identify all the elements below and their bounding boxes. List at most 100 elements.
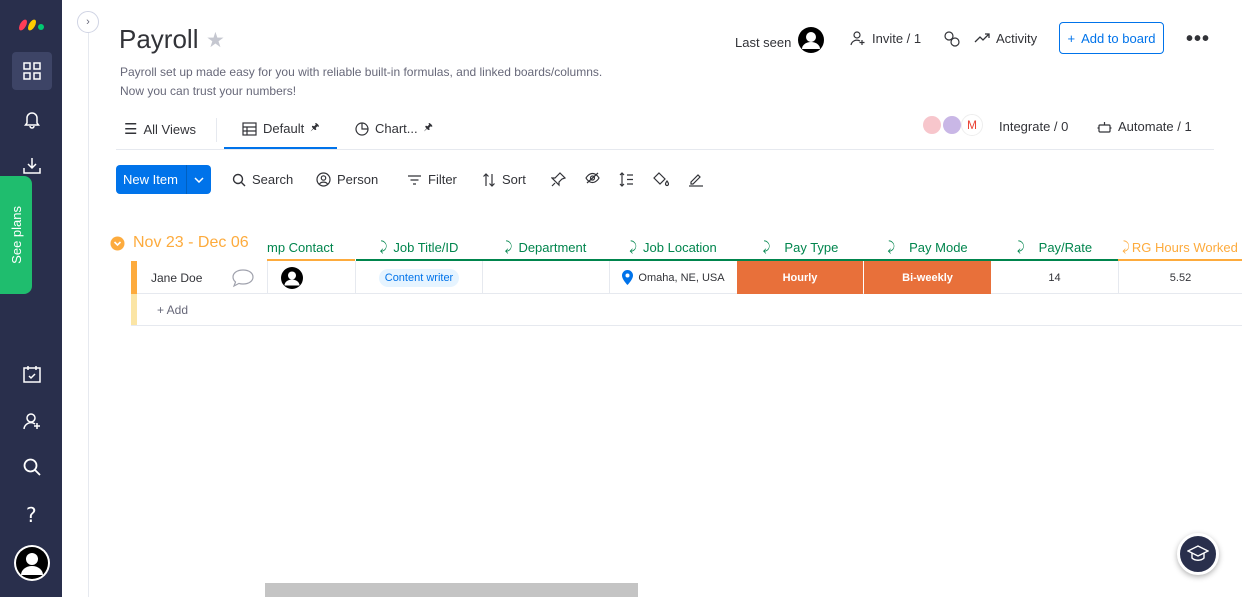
column-header-rg-hours[interactable]: ⤸ RG Hours Worked	[1118, 234, 1242, 260]
column-header-pay-rate[interactable]: ⤸ Pay/Rate	[991, 234, 1118, 260]
pin-icon: 🖈	[310, 122, 320, 133]
column-label: Pay Mode	[909, 239, 968, 255]
invite-label: Invite / 1	[872, 30, 922, 46]
integration-app-icon	[941, 114, 963, 136]
formula-arrow-icon: ⤸	[629, 239, 638, 254]
tab-chart[interactable]: Chart... 🖈	[355, 120, 433, 137]
activity-label: Activity	[996, 30, 1038, 46]
sort-button[interactable]: Sort	[482, 172, 526, 187]
user-avatar-icon[interactable]	[12, 543, 52, 583]
hide-columns-eye-icon[interactable]	[585, 172, 600, 184]
person-label: Person	[337, 172, 379, 187]
integration-link-icon[interactable]	[943, 30, 961, 48]
activity-trend-icon	[974, 33, 990, 43]
horizontal-scrollbar[interactable]	[265, 583, 638, 597]
person-plus-icon	[850, 31, 865, 46]
person-filter-button[interactable]: Person	[316, 172, 378, 187]
column-header-pay-mode[interactable]: ⤸ Pay Mode	[864, 234, 991, 260]
last-seen-label: Last seen	[735, 34, 792, 50]
chevron-right-icon: ›	[86, 16, 90, 28]
formula-arrow-icon: ⤸	[1016, 239, 1025, 254]
add-item-label[interactable]: + Add	[157, 303, 188, 317]
integration-app-icon	[921, 114, 943, 136]
activity-button[interactable]: Activity	[974, 30, 1037, 46]
pencil-edit-icon[interactable]	[688, 172, 704, 187]
pie-chart-icon	[355, 121, 369, 136]
invite-members-icon[interactable]	[16, 405, 48, 437]
column-label: RG Hours Worked	[1131, 239, 1238, 255]
add-to-board-button[interactable]: + Add to board	[1059, 22, 1164, 54]
more-options-icon[interactable]: •••	[1186, 28, 1210, 51]
invite-button[interactable]: Invite / 1	[850, 30, 921, 46]
column-header-job-location[interactable]: ⤸ Job Location	[609, 234, 737, 260]
department-cell[interactable]	[483, 261, 609, 294]
collapse-workspace-button[interactable]: ›	[77, 11, 99, 33]
tab-default[interactable]: Default 🖈	[242, 120, 319, 137]
person-circle-icon	[316, 172, 331, 187]
pay-type-status[interactable]: Hourly	[737, 261, 863, 294]
pin-icon: 🖈	[423, 122, 433, 133]
column-header-job-title[interactable]: ⤸ Job Title/ID	[356, 234, 482, 260]
column-label: Pay/Rate	[1038, 239, 1093, 255]
row-height-icon[interactable]	[619, 172, 634, 187]
color-fill-bucket-icon[interactable]	[653, 172, 669, 187]
group-header[interactable]: Nov 23 - Dec 06	[110, 234, 249, 252]
tab-chart-label: Chart...	[375, 121, 418, 136]
pay-mode-status[interactable]: Bi-weekly	[864, 261, 991, 294]
help-question-icon[interactable]: ?	[16, 499, 48, 531]
column-header-contact[interactable]: mp Contact	[267, 234, 355, 260]
description-line-2: Now you can trust your numbers!	[120, 84, 297, 98]
item-updates-chat-icon[interactable]	[230, 261, 256, 294]
add-item-row[interactable]	[131, 294, 1242, 326]
search-icon[interactable]	[16, 451, 48, 483]
svg-text:?: ?	[26, 504, 37, 526]
monday-logo-icon[interactable]	[16, 6, 48, 38]
automate-button[interactable]: Automate / 1	[1097, 119, 1192, 134]
workspace-grid-icon[interactable]	[12, 52, 52, 90]
my-work-calendar-icon[interactable]	[16, 358, 48, 390]
job-title-cell[interactable]: Content writer	[356, 261, 482, 294]
learning-center-graduation-cap-icon[interactable]	[1177, 533, 1219, 575]
tab-separator	[216, 118, 217, 142]
sort-label: Sort	[502, 172, 526, 187]
tab-all-views[interactable]: ☰ All Views	[124, 120, 196, 138]
group-color-bar	[131, 261, 137, 294]
see-plans-label: See plans	[8, 206, 24, 264]
group-collapse-chevron-icon[interactable]	[110, 236, 125, 251]
last-seen[interactable]: Last seen	[735, 27, 825, 54]
robot-icon	[1097, 121, 1112, 133]
new-item-button[interactable]: New Item	[116, 165, 211, 194]
column-label: Pay Type	[784, 239, 839, 255]
board-title[interactable]: Payroll	[119, 24, 198, 55]
panel-divider	[88, 33, 89, 597]
last-seen-avatar-icon	[798, 27, 825, 53]
notifications-bell-icon[interactable]	[16, 103, 48, 135]
job-location-cell[interactable]: Omaha, NE, USA	[610, 261, 737, 294]
column-label: Job Location	[643, 239, 717, 255]
integrate-button[interactable]: Integrate / 0	[999, 119, 1068, 134]
favorite-star-icon[interactable]: ★	[206, 28, 225, 53]
see-plans-button[interactable]: See plans	[0, 176, 32, 294]
search-button[interactable]: Search	[232, 172, 293, 187]
job-title-tag: Content writer	[378, 268, 460, 287]
filter-button[interactable]: Filter	[407, 172, 457, 187]
automate-label: Automate / 1	[1118, 119, 1192, 134]
pay-rate-cell[interactable]: 14	[991, 261, 1118, 294]
contact-person-avatar-icon[interactable]	[267, 261, 317, 294]
integration-logos[interactable]: M	[921, 114, 983, 136]
pin-columns-icon[interactable]	[551, 172, 566, 187]
formula-arrow-icon: ⤸	[1122, 239, 1130, 254]
column-header-pay-type[interactable]: ⤸ Pay Type	[737, 234, 864, 260]
rg-hours-cell[interactable]: 5.52	[1119, 261, 1242, 294]
gmail-icon: M	[961, 114, 983, 136]
integrate-label: Integrate / 0	[999, 119, 1069, 134]
item-name[interactable]: Jane Doe	[151, 261, 202, 294]
sort-arrows-icon	[483, 172, 495, 187]
menu-lines-icon: ☰	[124, 121, 138, 138]
chevron-down-icon[interactable]	[187, 165, 211, 194]
search-icon	[232, 173, 246, 186]
column-header-department[interactable]: ⤸ Department	[482, 234, 609, 260]
filter-label: Filter	[428, 172, 457, 187]
column-label: Department	[518, 239, 587, 255]
add-to-board-label: Add to board	[1081, 30, 1156, 46]
